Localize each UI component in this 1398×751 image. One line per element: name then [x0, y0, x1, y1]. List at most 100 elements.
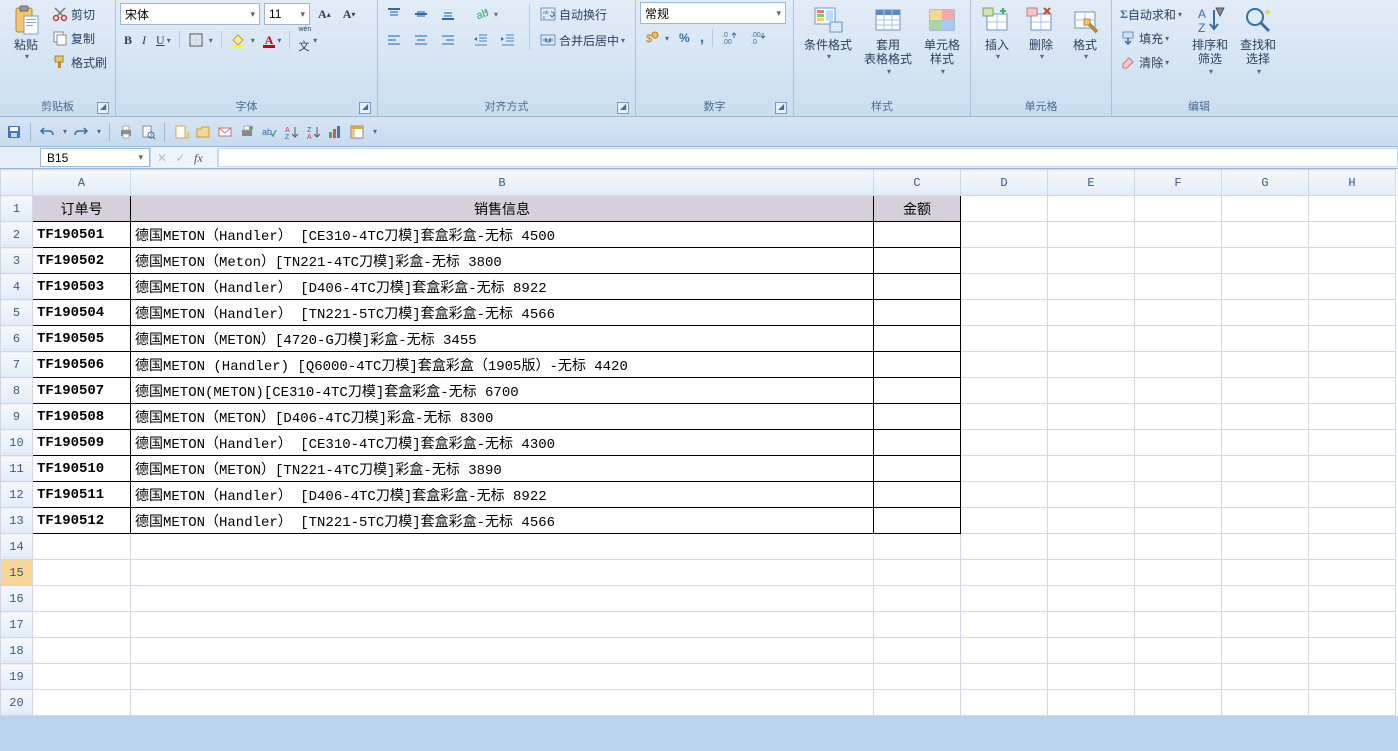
- cell[interactable]: [1222, 274, 1309, 300]
- redo-icon[interactable]: [73, 124, 89, 140]
- cell[interactable]: [874, 248, 961, 274]
- row-header[interactable]: 16: [1, 586, 33, 612]
- cell[interactable]: [874, 508, 961, 534]
- cell[interactable]: [961, 586, 1048, 612]
- bold-button[interactable]: B: [121, 29, 135, 51]
- cell[interactable]: [33, 690, 131, 716]
- cell[interactable]: [1309, 248, 1396, 274]
- align-left-button[interactable]: [383, 29, 408, 51]
- increase-decimal-button[interactable]: .0.00: [718, 27, 743, 49]
- cell[interactable]: [1048, 456, 1135, 482]
- cell[interactable]: TF190508: [33, 404, 131, 430]
- cell[interactable]: [33, 638, 131, 664]
- find-select-button[interactable]: 查找和 选择▾: [1234, 2, 1282, 78]
- cell[interactable]: [961, 378, 1048, 404]
- align-center-button[interactable]: [410, 29, 435, 51]
- cell[interactable]: [1309, 482, 1396, 508]
- cell[interactable]: [1309, 222, 1396, 248]
- cell[interactable]: [1309, 326, 1396, 352]
- conditional-format-button[interactable]: 条件格式▾: [798, 2, 858, 64]
- cell[interactable]: [131, 664, 874, 690]
- cell[interactable]: [1048, 300, 1135, 326]
- cell[interactable]: [1048, 560, 1135, 586]
- row-header[interactable]: 18: [1, 638, 33, 664]
- cell[interactable]: TF190503: [33, 274, 131, 300]
- cell[interactable]: [1222, 508, 1309, 534]
- cell[interactable]: [1309, 664, 1396, 690]
- sort-desc-icon[interactable]: ZA: [305, 124, 321, 140]
- format-cells-button[interactable]: 格式▾: [1063, 2, 1107, 64]
- cell[interactable]: [874, 430, 961, 456]
- dialog-launcher-icon[interactable]: ◢: [775, 102, 787, 114]
- mail-icon[interactable]: [217, 124, 233, 140]
- cell[interactable]: 德国METON（Handler） [TN221-5TC刀模]套盒彩盒-无标 45…: [131, 508, 874, 534]
- orientation-button[interactable]: ab▾: [470, 3, 501, 25]
- print-icon[interactable]: [118, 124, 134, 140]
- cell[interactable]: 销售信息: [131, 196, 874, 222]
- cell[interactable]: [1222, 664, 1309, 690]
- cell[interactable]: [1309, 560, 1396, 586]
- table-format-button[interactable]: 套用 表格格式▾: [858, 2, 918, 78]
- cell[interactable]: [1222, 612, 1309, 638]
- cell[interactable]: TF190510: [33, 456, 131, 482]
- row-header[interactable]: 1: [1, 196, 33, 222]
- undo-icon[interactable]: [39, 124, 55, 140]
- row-header[interactable]: 9: [1, 404, 33, 430]
- row-header[interactable]: 10: [1, 430, 33, 456]
- cell[interactable]: [33, 560, 131, 586]
- merge-center-button[interactable]: a合并后居中▾: [537, 29, 628, 51]
- cell[interactable]: 金额: [874, 196, 961, 222]
- cell[interactable]: [961, 196, 1048, 222]
- cell[interactable]: [1309, 508, 1396, 534]
- new-icon[interactable]: [173, 124, 189, 140]
- cell[interactable]: 订单号: [33, 196, 131, 222]
- cell[interactable]: [1309, 612, 1396, 638]
- cell[interactable]: [1135, 352, 1222, 378]
- percent-button[interactable]: %: [676, 27, 693, 49]
- chevron-down-icon[interactable]: ▾: [373, 127, 377, 136]
- cell[interactable]: [131, 586, 874, 612]
- cell[interactable]: [1222, 378, 1309, 404]
- cell[interactable]: [1048, 534, 1135, 560]
- cell[interactable]: [961, 248, 1048, 274]
- cell[interactable]: [1135, 326, 1222, 352]
- phonetic-button[interactable]: wén文▾: [295, 29, 320, 51]
- save-icon[interactable]: [6, 124, 22, 140]
- align-top-button[interactable]: [383, 3, 408, 25]
- cell[interactable]: TF190509: [33, 430, 131, 456]
- cell[interactable]: [1309, 690, 1396, 716]
- pivot-icon[interactable]: [349, 124, 365, 140]
- row-header[interactable]: 17: [1, 612, 33, 638]
- cell[interactable]: [874, 300, 961, 326]
- cell[interactable]: [874, 482, 961, 508]
- decrease-indent-button[interactable]: [470, 29, 495, 51]
- cell[interactable]: [1048, 664, 1135, 690]
- paste-button[interactable]: 粘贴 ▾: [4, 2, 48, 64]
- print-preview-icon[interactable]: [140, 124, 156, 140]
- cell[interactable]: [1135, 534, 1222, 560]
- row-header[interactable]: 19: [1, 664, 33, 690]
- cell[interactable]: [961, 352, 1048, 378]
- cell[interactable]: [1222, 638, 1309, 664]
- cell[interactable]: [961, 560, 1048, 586]
- chevron-down-icon[interactable]: ▾: [63, 127, 67, 136]
- cell[interactable]: [874, 404, 961, 430]
- cell[interactable]: [1135, 664, 1222, 690]
- insert-cells-button[interactable]: 插入▾: [975, 2, 1019, 64]
- font-name-combo[interactable]: 宋体▾: [120, 3, 260, 25]
- cell[interactable]: [1048, 638, 1135, 664]
- cell[interactable]: [1222, 300, 1309, 326]
- chevron-down-icon[interactable]: ▾: [97, 127, 101, 136]
- formula-input[interactable]: [218, 148, 1398, 167]
- cell[interactable]: [1048, 404, 1135, 430]
- cell[interactable]: [1048, 430, 1135, 456]
- cell[interactable]: [131, 560, 874, 586]
- cell[interactable]: [1135, 378, 1222, 404]
- cell[interactable]: TF190511: [33, 482, 131, 508]
- cell[interactable]: [1222, 222, 1309, 248]
- increase-font-button[interactable]: A▴: [315, 3, 334, 25]
- cell[interactable]: [1135, 638, 1222, 664]
- cell-styles-button[interactable]: 单元格 样式▾: [918, 2, 966, 78]
- underline-button[interactable]: U▾: [153, 29, 174, 51]
- sort-asc-icon[interactable]: AZ: [283, 124, 299, 140]
